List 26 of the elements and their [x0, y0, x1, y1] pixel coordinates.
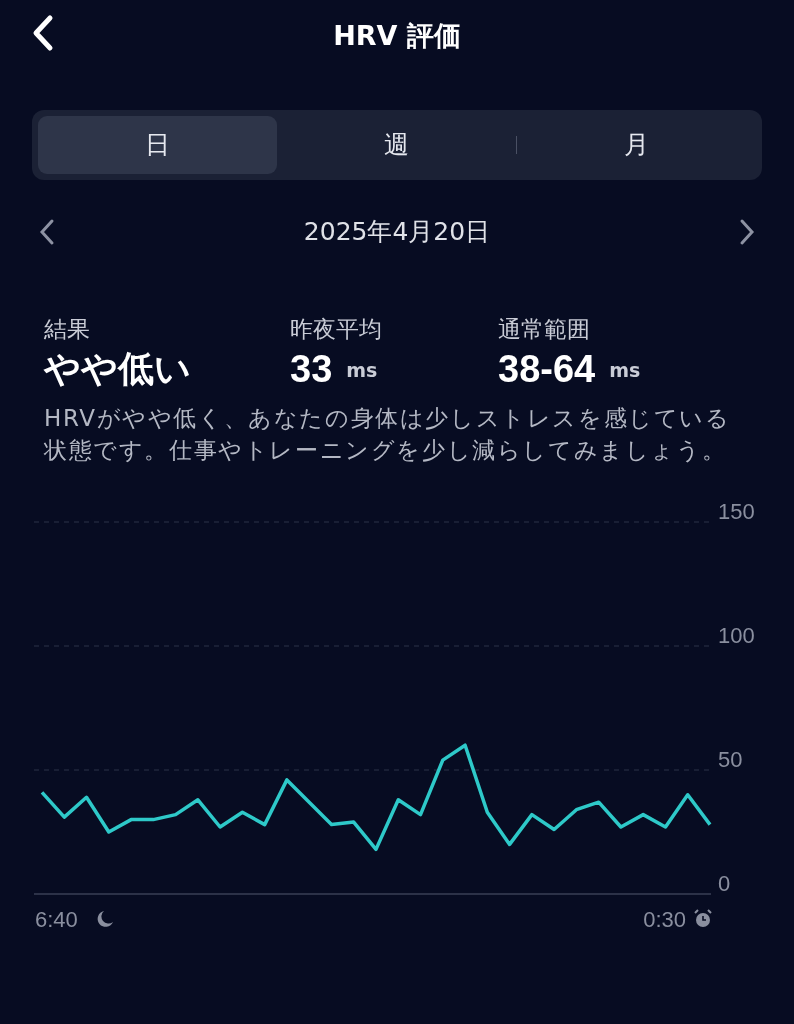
stat-value: 33	[290, 346, 333, 392]
unit-label: ms	[609, 357, 641, 383]
axis-tick-label: 150	[718, 499, 755, 525]
next-day-button[interactable]	[738, 217, 756, 247]
stat-label: 通常範囲	[498, 315, 591, 344]
period-tab[interactable]: 日	[38, 116, 277, 174]
stat-value: 38-64	[498, 346, 596, 392]
date-label: 2025年4月20日	[303, 216, 491, 249]
axis-tick-label: 0	[718, 871, 731, 897]
stat-label: 昨夜平均	[290, 315, 383, 344]
chevron-left-icon	[38, 217, 56, 247]
screen-title: HRV 評価	[333, 19, 461, 53]
unit-label: ms	[346, 357, 378, 383]
description-text: HRVがやや低く、あなたの身体は少しストレスを感じている状態です。仕事やトレーニングを少し減らしてみましょう。	[44, 404, 732, 466]
period-tab[interactable]: 月	[517, 116, 756, 174]
alarm-clock-icon	[694, 909, 712, 928]
axis-tick-label: 50	[718, 747, 743, 773]
stat-label: 結果	[44, 315, 91, 344]
moon-icon	[97, 911, 113, 928]
start-time-label: 6:40	[35, 907, 78, 933]
chevron-right-icon	[738, 217, 756, 247]
period-tab[interactable]: 週	[277, 116, 516, 174]
end-time-label: 0:30	[643, 907, 686, 933]
stat-value: やや低い	[44, 346, 191, 390]
axis-tick-label: 100	[718, 623, 755, 649]
previous-day-button[interactable]	[38, 217, 56, 247]
